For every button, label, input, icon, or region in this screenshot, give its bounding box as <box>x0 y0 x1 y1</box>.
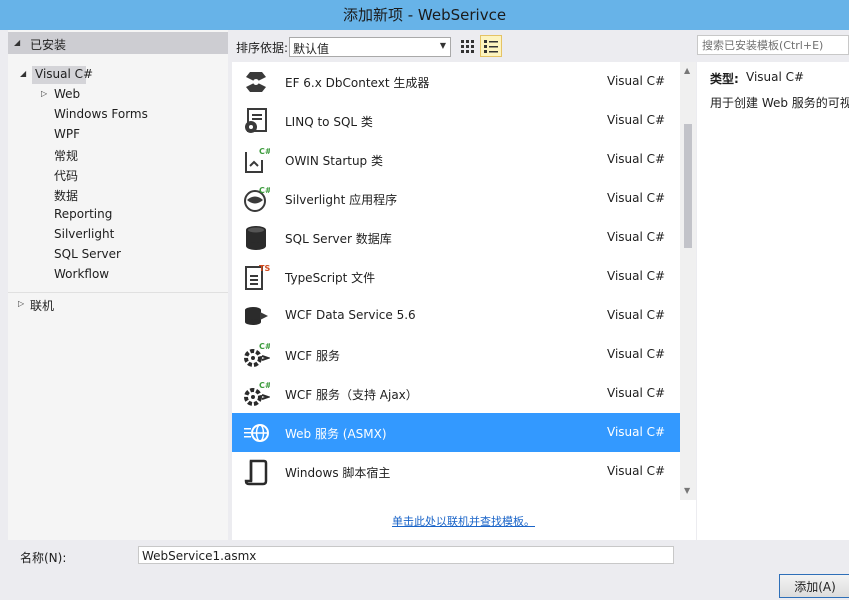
template-name: LINQ to SQL 类 <box>285 115 373 129</box>
silverlight-app-icon: C# <box>244 186 270 212</box>
template-language: Visual C# <box>607 347 666 361</box>
svg-text:C#: C# <box>259 186 270 195</box>
template-description: 用于创建 Web 服务的可视设 <box>710 96 849 110</box>
scroll-up-arrow-icon[interactable]: ▲ <box>684 66 690 75</box>
template-name: WCF 服务（支持 Ajax） <box>285 388 418 402</box>
expand-arrow-icon[interactable]: ▷ <box>18 299 24 308</box>
wcf-ajax-service-icon: C# <box>244 381 270 406</box>
typescript-file-icon: TS <box>245 264 270 290</box>
name-label: 名称(N): <box>20 551 67 565</box>
type-label: 类型: <box>710 72 739 86</box>
template-list-scrollbar[interactable]: ▲ ▼ <box>680 62 696 500</box>
name-bar: 名称(N): WebService1.asmx 添加(A) <box>0 540 849 600</box>
script-host-icon <box>244 459 268 486</box>
template-row[interactable]: C# OWIN Startup 类 Visual C# <box>232 140 680 179</box>
template-row[interactable]: LINQ to SQL 类 Visual C# <box>232 101 680 140</box>
tree-node-code[interactable]: 代码 <box>54 167 78 184</box>
template-language: Visual C# <box>607 269 666 283</box>
search-templates-input[interactable]: 搜索已安装模板(Ctrl+E) <box>697 35 849 55</box>
tree-node-windows-forms[interactable]: Windows Forms <box>54 107 148 121</box>
tree-separator <box>8 292 228 293</box>
template-row[interactable]: C# WCF 服务（支持 Ajax） Visual C# <box>232 374 680 413</box>
list-view-icon <box>484 40 498 53</box>
template-language: Visual C# <box>607 230 666 244</box>
template-row[interactable]: TS TypeScript 文件 Visual C# <box>232 257 680 296</box>
tree-node-web[interactable]: Web <box>54 87 80 101</box>
wcf-data-service-icon <box>245 307 268 325</box>
template-language: Visual C# <box>607 191 666 205</box>
details-panel: 类型: Visual C# 用于创建 Web 服务的可视设 <box>697 62 849 540</box>
details-view-button[interactable] <box>480 35 502 57</box>
web-service-globe-icon <box>244 424 269 442</box>
category-tree-panel: ◢ 已安装 ◢ Visual C# ▷ Web Windows Forms WP… <box>8 30 228 540</box>
tree-node-visual-csharp[interactable]: Visual C# <box>35 67 93 81</box>
installed-header[interactable]: ◢ 已安装 <box>8 32 228 54</box>
tree-node-reporting[interactable]: Reporting <box>54 207 112 221</box>
template-row[interactable]: SQL Server 数据库 Visual C# <box>232 218 680 257</box>
name-input[interactable]: WebService1.asmx <box>138 546 674 564</box>
dropdown-arrow-icon: ▼ <box>439 41 446 50</box>
template-list: EF 6.x DbContext 生成器 Visual C# LINQ to S… <box>232 62 680 500</box>
template-row[interactable]: WCF Data Service 5.6 Visual C# <box>232 296 680 335</box>
type-value: Visual C# <box>746 70 805 84</box>
window-title: 添加新项 - WebSerivce <box>342 6 507 24</box>
svg-text:C#: C# <box>259 342 270 351</box>
svg-text:TS: TS <box>259 264 270 273</box>
add-button[interactable]: 添加(A) <box>779 574 849 598</box>
tree-node-online[interactable]: 联机 <box>30 297 54 314</box>
tree-node-general[interactable]: 常规 <box>54 147 78 164</box>
expand-arrow-icon[interactable]: ◢ <box>20 69 26 78</box>
template-name: Web 服务 (ASMX) <box>285 427 387 441</box>
template-name: Windows 脚本宿主 <box>285 466 391 480</box>
template-row-selected[interactable]: Web 服务 (ASMX) Visual C# <box>232 413 680 452</box>
template-row[interactable]: C# WCF 服务 Visual C# <box>232 335 680 374</box>
linq-sql-icon <box>245 108 267 133</box>
tree-node-workflow[interactable]: Workflow <box>54 267 109 281</box>
template-language: Visual C# <box>607 464 666 478</box>
ef-generator-icon <box>246 72 266 92</box>
template-row[interactable]: C# Silverlight 应用程序 Visual C# <box>232 179 680 218</box>
template-name: Silverlight 应用程序 <box>285 193 398 207</box>
template-name: TypeScript 文件 <box>285 271 376 285</box>
template-language: Visual C# <box>607 152 666 166</box>
template-language: Visual C# <box>607 425 666 439</box>
tree-node-silverlight[interactable]: Silverlight <box>54 227 114 241</box>
template-row[interactable]: Windows 脚本宿主 Visual C# <box>232 452 680 491</box>
collapse-arrow-icon[interactable]: ◢ <box>14 38 20 47</box>
installed-label: 已安装 <box>30 38 67 52</box>
expand-arrow-icon[interactable]: ▷ <box>41 89 47 98</box>
template-name: WCF Data Service 5.6 <box>285 308 416 322</box>
template-toolbar: 排序依据: 默认值 ▼ <box>232 30 694 60</box>
database-icon <box>246 226 266 250</box>
find-online-templates-link[interactable]: 单击此处以联机并查找模板。 <box>392 513 535 529</box>
template-language: Visual C# <box>607 386 666 400</box>
template-language: Visual C# <box>607 308 666 322</box>
sort-dropdown[interactable]: 默认值 ▼ <box>289 37 451 57</box>
title-bar: 添加新项 - WebSerivce <box>0 0 849 30</box>
tree-node-data[interactable]: 数据 <box>54 187 78 204</box>
template-name: EF 6.x DbContext 生成器 <box>285 76 430 90</box>
small-icons-view-button[interactable] <box>457 36 477 56</box>
template-name: WCF 服务 <box>285 349 340 363</box>
template-name: OWIN Startup 类 <box>285 154 383 168</box>
grid-view-icon <box>461 40 474 53</box>
tree-node-wpf[interactable]: WPF <box>54 127 80 141</box>
scroll-thumb[interactable] <box>684 124 692 248</box>
owin-startup-icon: C# <box>245 147 270 173</box>
template-row[interactable]: EF 6.x DbContext 生成器 Visual C# <box>232 62 680 101</box>
scroll-down-arrow-icon[interactable]: ▼ <box>684 486 690 495</box>
sort-label: 排序依据: <box>236 41 289 55</box>
svg-text:C#: C# <box>259 381 270 390</box>
template-name: SQL Server 数据库 <box>285 232 392 246</box>
sort-value: 默认值 <box>293 42 330 56</box>
online-link-area: 单击此处以联机并查找模板。 <box>232 500 696 540</box>
wcf-service-icon: C# <box>244 342 270 367</box>
template-language: Visual C# <box>607 74 666 88</box>
svg-text:C#: C# <box>259 147 270 156</box>
template-language: Visual C# <box>607 113 666 127</box>
tree-node-sql-server[interactable]: SQL Server <box>54 247 121 261</box>
